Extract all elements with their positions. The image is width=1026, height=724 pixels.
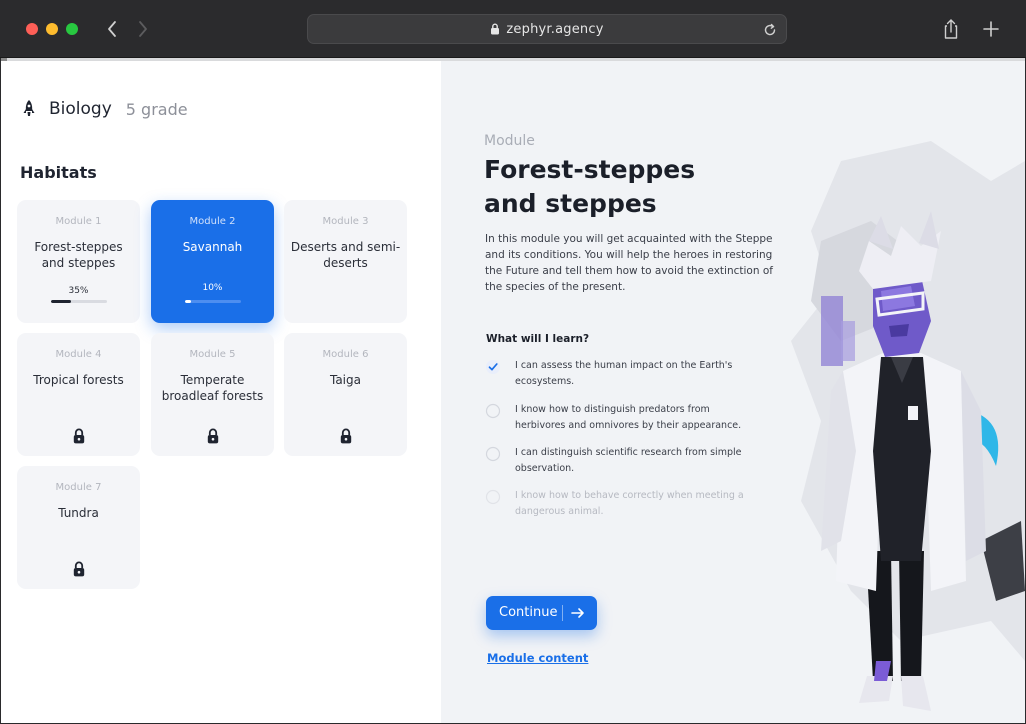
- module-label: Module 4: [55, 349, 102, 360]
- zoom-window-button[interactable]: [66, 23, 78, 35]
- module-detail-title: Forest-steppes and steppes: [484, 155, 696, 218]
- continue-label: Continue: [499, 605, 558, 620]
- learn-item-text: I can distinguish scientific research fr…: [515, 447, 742, 474]
- chevron-right-icon: [139, 21, 147, 37]
- module-card-6[interactable]: Module 6 Taiga: [284, 333, 407, 456]
- module-card-2[interactable]: Module 2 Savannah 10%: [151, 200, 274, 323]
- reload-icon[interactable]: [762, 22, 778, 38]
- padlock-icon: [491, 23, 500, 35]
- module-label: Module 5: [189, 349, 236, 360]
- arrow-right-icon: [571, 608, 584, 618]
- lock-icon: [340, 428, 352, 444]
- learn-item-text: I can assess the human impact on the Ear…: [515, 360, 733, 387]
- module-progress-fill: [51, 300, 71, 303]
- module-title: Savannah: [182, 240, 243, 254]
- module-progress-text: 35%: [68, 286, 89, 296]
- modules-panel: Biology 5 grade Habitats Module 1 Forest…: [1, 61, 441, 723]
- learn-item[interactable]: I can distinguish scientific research fr…: [485, 445, 755, 477]
- module-title: Tropical forests: [33, 373, 124, 387]
- module-content-link[interactable]: Module content: [487, 651, 588, 665]
- plus-icon[interactable]: [978, 16, 1004, 42]
- empty-circle-icon: [485, 489, 501, 505]
- empty-circle-icon: [485, 403, 501, 419]
- learn-item-text: I know how to distinguish predators from…: [515, 404, 742, 431]
- lock-icon: [73, 428, 85, 444]
- grade-label: 5 grade: [125, 99, 188, 119]
- module-title: Deserts and semi-deserts: [290, 240, 401, 270]
- module-card-1[interactable]: Module 1 Forest-steppes and steppes 35%: [17, 200, 140, 323]
- module-label: Module 7: [55, 482, 102, 493]
- module-label: Module 6: [322, 349, 369, 360]
- check-circle-icon: [486, 360, 500, 374]
- share-icon[interactable]: [938, 16, 964, 42]
- rocket-icon: [23, 100, 35, 116]
- module-card-3[interactable]: Module 3 Deserts and semi-deserts: [284, 200, 407, 323]
- learn-item-text: I know how to behave correctly when meet…: [515, 490, 744, 517]
- module-card-7[interactable]: Module 7 Tundra: [17, 466, 140, 589]
- url-text: zephyr.agency: [506, 21, 604, 37]
- module-progress-text: 10%: [202, 283, 223, 293]
- browser-titlebar: zephyr.agency: [0, 0, 1026, 58]
- button-divider: [562, 605, 563, 621]
- module-card-4[interactable]: Module 4 Tropical forests: [17, 333, 140, 456]
- chevron-left-icon: [108, 21, 116, 37]
- module-label: Module 2: [189, 216, 236, 227]
- module-label: Module 3: [322, 216, 369, 227]
- lock-icon: [73, 561, 85, 577]
- module-title: Temperate broadleaf forests: [161, 373, 264, 403]
- module-title: Forest-steppes and steppes: [34, 240, 123, 270]
- learn-item[interactable]: I know how to behave correctly when meet…: [485, 488, 755, 520]
- continue-button[interactable]: Continue: [486, 596, 597, 630]
- module-description: In this module you will get acquainted w…: [485, 233, 773, 293]
- learn-heading: What will I learn?: [486, 333, 590, 345]
- address-bar[interactable]: zephyr.agency: [307, 14, 787, 44]
- course-header: Biology 5 grade: [21, 99, 188, 119]
- module-title: Tundra: [58, 506, 99, 520]
- minimize-window-button[interactable]: [46, 23, 58, 35]
- module-progress-bar: [51, 300, 107, 303]
- learn-item[interactable]: I can assess the human impact on the Ear…: [485, 358, 755, 390]
- empty-circle-icon: [485, 446, 501, 462]
- section-title: Habitats: [20, 163, 97, 182]
- back-button[interactable]: [97, 14, 127, 44]
- module-card-5[interactable]: Module 5 Temperate broadleaf forests: [151, 333, 274, 456]
- module-label: Module 1: [55, 216, 102, 227]
- close-window-button[interactable]: [26, 23, 38, 35]
- module-title: Taiga: [329, 373, 361, 387]
- subject-title: Biology: [49, 99, 112, 119]
- hero-character-illustration: [791, 141, 1025, 711]
- learn-item[interactable]: I know how to distinguish predators from…: [485, 402, 755, 434]
- module-detail-panel: Module Forest-steppes and steppes In thi…: [441, 61, 1025, 723]
- module-kicker: Module: [484, 133, 535, 149]
- forward-button[interactable]: [128, 14, 158, 44]
- module-progress-fill: [185, 300, 191, 303]
- module-progress-bar: [185, 300, 241, 303]
- lock-icon: [207, 428, 219, 444]
